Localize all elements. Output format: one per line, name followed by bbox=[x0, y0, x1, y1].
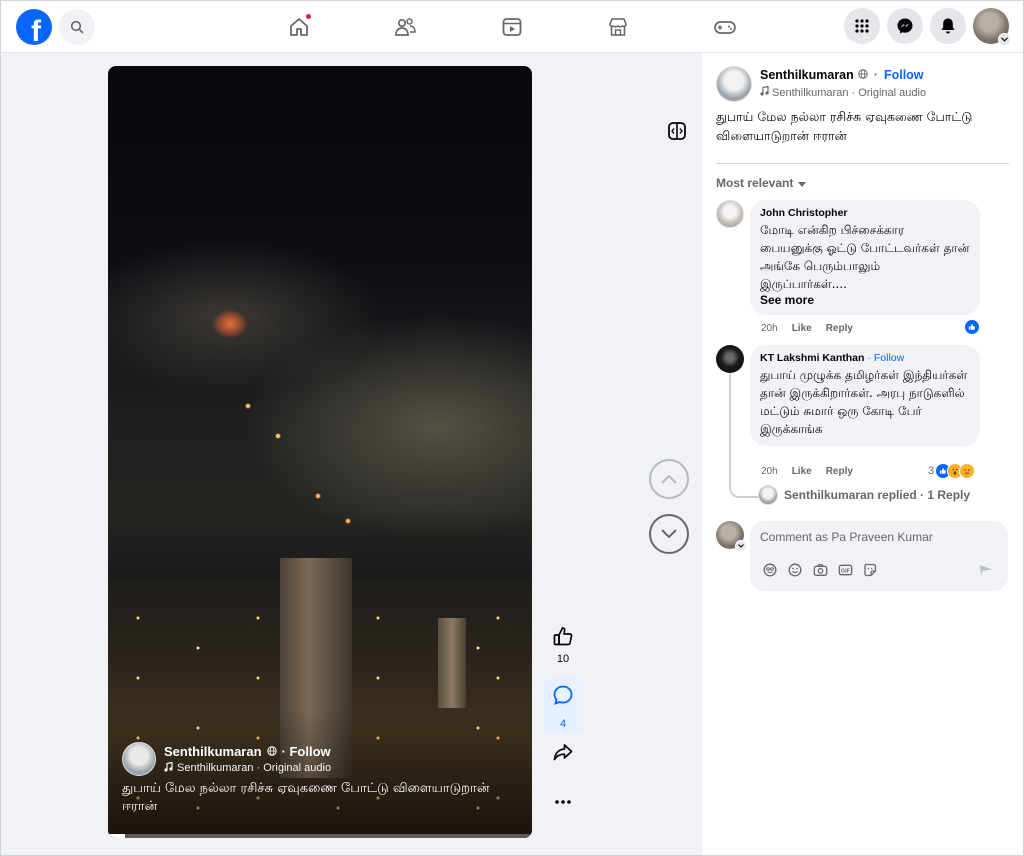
post-author-name[interactable]: Senthilkumaran bbox=[760, 68, 854, 82]
account-avatar[interactable] bbox=[973, 8, 1011, 46]
like-reaction-icon bbox=[964, 319, 980, 335]
video-missile-lights bbox=[228, 396, 368, 536]
marketplace-icon[interactable] bbox=[603, 12, 633, 42]
video-author-name[interactable]: Senthilkumaran bbox=[164, 744, 262, 759]
home-icon[interactable] bbox=[284, 12, 314, 42]
sad-reaction-icon bbox=[959, 463, 976, 479]
video-caption: துபாய் மேல நல்லா ரசிச்சு ஏவுகணை போட்டு வ… bbox=[122, 781, 490, 814]
music-note-icon bbox=[760, 85, 769, 99]
camera-icon[interactable] bbox=[812, 562, 828, 578]
reaction-count: 3 bbox=[928, 465, 935, 477]
post-header: Senthilkumaran · Follow Senthilkumaran ·… bbox=[716, 66, 926, 102]
comment-bubble-icon bbox=[552, 684, 574, 709]
comment-author[interactable]: KT Lakshmi Kanthan bbox=[760, 352, 864, 364]
video-author-avatar[interactable] bbox=[122, 742, 156, 776]
send-icon[interactable] bbox=[978, 562, 994, 582]
reply-author-avatar bbox=[758, 485, 778, 505]
comment-input-placeholder: Comment as Pa Praveen Kumar bbox=[760, 530, 933, 544]
messenger-icon[interactable] bbox=[887, 8, 923, 44]
comment-follow-link[interactable]: · Follow bbox=[867, 352, 904, 364]
comment-reactions[interactable]: 3 bbox=[928, 463, 976, 479]
reel-video-player[interactable]: Senthilkumaran · Follow Senthilkumaran ·… bbox=[108, 66, 532, 838]
comment-action[interactable]: 4 bbox=[543, 678, 583, 734]
collapse-panel-icon[interactable] bbox=[666, 120, 688, 142]
comment-text: துபாய் முழுக்க தமிழர்கள் இந்தியர்கள் தான… bbox=[760, 368, 968, 436]
see-more-link[interactable]: See more bbox=[760, 293, 970, 307]
facebook-logo[interactable]: f bbox=[16, 9, 52, 45]
friends-icon[interactable] bbox=[390, 12, 420, 42]
comment-sort-dropdown[interactable]: Most relevant bbox=[716, 176, 807, 190]
comment-meta: 20h Like Reply bbox=[761, 323, 853, 334]
post-author-avatar[interactable] bbox=[716, 66, 752, 102]
video-audio-label[interactable]: Senthilkumaran · Original audio bbox=[177, 762, 331, 774]
comment-meta: 20h Like Reply bbox=[761, 466, 853, 477]
comment-bubble: John Christopher மோடி என்கிற பிச்சைக்கார… bbox=[750, 200, 980, 315]
caret-down-icon bbox=[798, 176, 807, 190]
search-icon[interactable] bbox=[59, 9, 95, 45]
comment-item: KT Lakshmi Kanthan · Follow துபாய் முழுக்… bbox=[716, 345, 980, 446]
commenter-avatar[interactable] bbox=[716, 200, 744, 228]
video-progress-fill bbox=[108, 834, 125, 838]
previous-video-button[interactable] bbox=[649, 459, 689, 499]
share-arrow-icon bbox=[552, 741, 574, 766]
comment-input[interactable]: Comment as Pa Praveen Kumar GIF bbox=[750, 521, 1008, 591]
share-action[interactable] bbox=[545, 741, 581, 766]
top-navigation-bar: f bbox=[0, 0, 1024, 53]
divider bbox=[716, 163, 1009, 164]
comment-time[interactable]: 20h bbox=[761, 323, 778, 334]
like-count: 10 bbox=[556, 653, 570, 665]
next-video-button[interactable] bbox=[649, 514, 689, 554]
current-user-avatar[interactable] bbox=[716, 521, 747, 552]
video-follow-link[interactable]: · Follow bbox=[282, 744, 331, 759]
post-caption: துபாய் மேல நல்லா ரசிச்சு ஏவுகணை போட்டு வ… bbox=[716, 109, 973, 143]
more-options-icon[interactable] bbox=[545, 799, 581, 805]
video-tower-small bbox=[438, 618, 466, 708]
comment-like-button[interactable]: Like bbox=[792, 323, 812, 334]
post-details-pane: Senthilkumaran · Follow Senthilkumaran ·… bbox=[702, 53, 1024, 856]
comment-author[interactable]: John Christopher bbox=[760, 207, 848, 219]
video-icon[interactable] bbox=[497, 12, 527, 42]
comment-count: 4 bbox=[559, 718, 567, 730]
video-progress-bar[interactable] bbox=[108, 834, 532, 838]
chevron-down-icon bbox=[998, 33, 1011, 46]
video-author-info: Senthilkumaran · Follow Senthilkumaran ·… bbox=[122, 742, 331, 776]
like-action[interactable]: 10 bbox=[545, 625, 581, 665]
notifications-bell-icon[interactable] bbox=[930, 8, 966, 44]
gif-icon[interactable]: GIF bbox=[837, 562, 853, 578]
globe-icon bbox=[266, 744, 277, 759]
globe-icon bbox=[858, 68, 868, 82]
comment-composer: Comment as Pa Praveen Kumar GIF bbox=[716, 521, 1008, 591]
comment-item: John Christopher மோடி என்கிற பிச்சைக்கார… bbox=[716, 200, 980, 315]
composer-toolbar: GIF bbox=[762, 562, 878, 578]
sticker-icon[interactable] bbox=[862, 562, 878, 578]
svg-text:GIF: GIF bbox=[840, 568, 850, 574]
comment-like-button[interactable]: Like bbox=[792, 466, 812, 477]
comment-time[interactable]: 20h bbox=[761, 466, 778, 477]
comment-text: மோடி என்கிற பிச்சைக்கார பையனுக்கு ஓட்டு … bbox=[760, 223, 970, 291]
comment-reactions[interactable] bbox=[964, 319, 980, 335]
notification-dot bbox=[305, 13, 312, 20]
gaming-icon[interactable] bbox=[710, 12, 740, 42]
comment-reply-button[interactable]: Reply bbox=[826, 323, 853, 334]
avatar-sticker-icon[interactable] bbox=[762, 562, 778, 578]
thumbs-up-icon bbox=[552, 625, 574, 650]
sort-label: Most relevant bbox=[716, 176, 794, 190]
commenter-avatar[interactable] bbox=[716, 345, 744, 373]
music-note-icon bbox=[164, 761, 173, 775]
chevron-down-icon bbox=[735, 540, 747, 552]
post-follow-link[interactable]: Follow bbox=[884, 68, 924, 82]
post-audio-label[interactable]: Senthilkumaran · Original audio bbox=[772, 87, 926, 99]
replied-summary: Senthilkumaran replied · 1 Reply bbox=[784, 488, 971, 502]
comment-bubble: KT Lakshmi Kanthan · Follow துபாய் முழுக்… bbox=[750, 345, 980, 446]
comment-reply-button[interactable]: Reply bbox=[826, 466, 853, 477]
emoji-icon[interactable] bbox=[787, 562, 803, 578]
menu-grid-icon[interactable] bbox=[844, 8, 880, 44]
view-replies-link[interactable]: Senthilkumaran replied · 1 Reply bbox=[758, 485, 970, 505]
video-viewer-pane: Senthilkumaran · Follow Senthilkumaran ·… bbox=[0, 53, 702, 856]
